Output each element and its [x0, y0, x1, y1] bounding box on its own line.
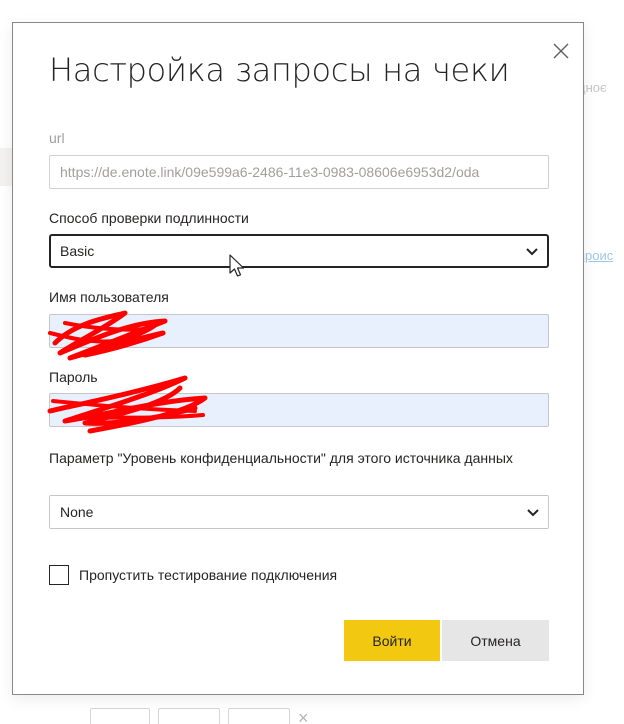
sign-in-button[interactable]: Войти — [344, 620, 440, 661]
privacy-level-select[interactable]: None — [49, 495, 549, 529]
auth-method-select[interactable]: Basic — [49, 234, 549, 268]
privacy-level-label: Параметр "Уровень конфиденциальности" дл… — [49, 450, 513, 466]
username-label: Имя пользователя — [49, 289, 169, 305]
skip-test-option[interactable]: Пропустить тестирование подключения — [49, 565, 337, 585]
credentials-dialog: Настройка запросы на чеки url https://de… — [12, 22, 584, 695]
password-field[interactable] — [49, 393, 549, 427]
background-select[interactable] — [228, 708, 290, 724]
close-icon — [553, 43, 569, 59]
background-panel — [0, 148, 12, 186]
username-field[interactable] — [49, 314, 549, 348]
auth-method-value: Basic — [60, 243, 95, 259]
password-label: Пароль — [49, 369, 98, 385]
privacy-level-value: None — [60, 504, 94, 520]
url-label: url — [49, 130, 65, 146]
background-select[interactable] — [90, 708, 150, 724]
cancel-button[interactable]: Отмена — [442, 620, 549, 661]
dialog-title: Настройка запросы на чеки — [49, 51, 510, 89]
url-field: https://de.enote.link/09e599a6-2486-11e3… — [49, 155, 549, 189]
chevron-down-icon — [527, 509, 539, 517]
chevron-down-icon — [526, 248, 538, 256]
close-button[interactable] — [551, 41, 571, 61]
auth-method-label: Способ проверки подлинности — [49, 210, 249, 226]
background-select[interactable] — [158, 708, 220, 724]
skip-test-checkbox[interactable] — [49, 565, 69, 585]
background-controls: × — [90, 708, 309, 724]
skip-test-label: Пропустить тестирование подключения — [79, 567, 338, 583]
background-close-icon[interactable]: × — [298, 708, 309, 724]
